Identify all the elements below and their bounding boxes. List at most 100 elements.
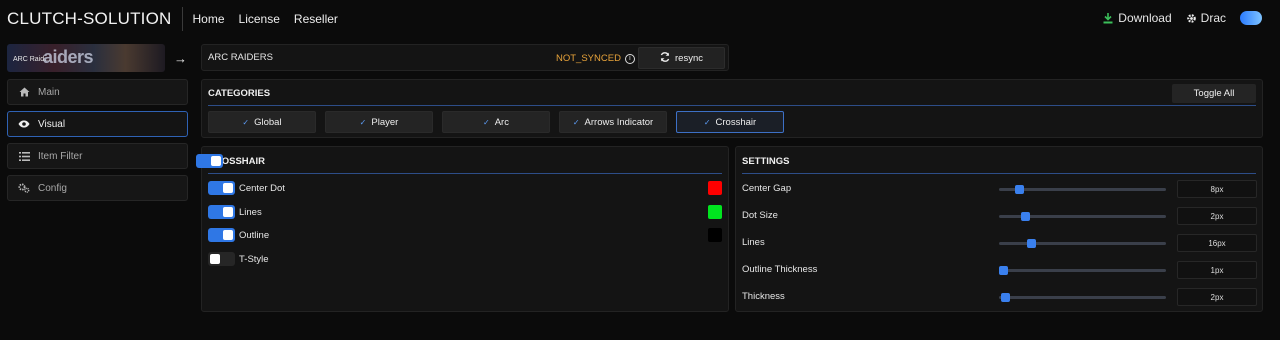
info-icon[interactable]: i [624,53,635,64]
option-t-style: T-Style [208,252,269,266]
brand-logo[interactable]: CLUTCH-SOLUTION [7,7,183,31]
avatar[interactable] [1240,11,1262,25]
toggle-knob [211,156,221,166]
categories-panel: CATEGORIES Toggle All ✓ Global ✓ Player ✓ A… [201,79,1263,138]
option-label: Center Dot [239,182,285,194]
home-icon [18,87,30,97]
check-icon: ✓ [483,117,490,127]
game-selector[interactable]: aiders ARC Raid... → [7,44,188,72]
category-arrows-indicator[interactable]: ✓ Arrows Indicator [559,111,667,133]
dot-size-slider[interactable] [999,212,1166,221]
lines-color-swatch[interactable] [708,205,722,219]
t-style-toggle[interactable] [208,252,235,266]
slider-thumb[interactable] [1001,293,1010,302]
option-center-dot: Center Dot [208,181,285,195]
game-title: ARC RAIDERS [208,52,273,63]
game-banner[interactable]: aiders ARC Raid... [7,44,165,72]
list-icon [18,151,30,161]
option-label: Lines [239,206,262,218]
top-right-actions: Download Drac [1103,11,1262,25]
nav-home[interactable]: Home [193,12,225,26]
slider-thumb[interactable] [1021,212,1030,221]
eye-icon [18,120,30,128]
gears-icon [18,183,30,193]
main-nav: Home License Reseller [193,12,338,26]
sidebar-item-visual[interactable]: Visual [7,111,188,137]
category-label: Arc [494,116,509,128]
toggle-knob [210,254,220,264]
divider [742,173,1256,174]
sync-status: NOT_SYNCED i [556,53,635,64]
game-banner-text: ARC Raid... [13,56,50,63]
setting-thickness: Thickness 2px [742,288,1257,306]
setting-dot-size: Dot Size 2px [742,207,1257,225]
thickness-value[interactable]: 2px [1177,288,1257,306]
settings-title: SETTINGS [742,156,790,167]
option-lines: Lines [208,205,262,219]
resync-label: resync [675,52,703,64]
sync-status-text: NOT_SYNCED [556,53,621,64]
category-label: Player [371,116,399,128]
category-global[interactable]: ✓ Global [208,111,316,133]
center-dot-color-swatch[interactable] [708,181,722,195]
option-label: Outline [239,229,270,241]
setting-label: Center Gap [742,183,792,194]
setting-label: Outline Thickness [742,264,818,275]
toggle-knob [223,230,233,240]
outline-thickness-slider[interactable] [999,266,1166,275]
sidebar-item-label: Config [38,182,67,194]
sidebar-item-item-filter[interactable]: Item Filter [7,143,188,169]
nav-reseller[interactable]: Reseller [294,12,338,26]
dot-size-value[interactable]: 2px [1177,207,1257,225]
sidebar-item-main[interactable]: Main [7,79,188,105]
toggle-knob [223,183,233,193]
check-icon: ✓ [359,117,367,127]
sidebar-item-config[interactable]: Config [7,175,188,201]
lines-slider[interactable] [999,239,1166,248]
toggle-all-button[interactable]: Toggle All [1172,84,1256,103]
nav-license[interactable]: License [239,12,280,26]
category-player[interactable]: ✓ Player [325,111,433,133]
download-link[interactable]: Download [1103,11,1172,25]
arrow-right-icon[interactable]: → [174,51,187,66]
outline-toggle[interactable] [208,228,235,242]
category-tabs: ✓ Global ✓ Player ✓ Arc ✓ Arrows Indicator ✓… [208,111,784,133]
category-arc[interactable]: ✓ Arc [442,111,550,133]
category-label: Arrows Indicator [584,116,654,128]
center-gap-value[interactable]: 8px [1177,180,1257,198]
settings-panel: SETTINGS Center Gap 8px Dot Size 2px Lin… [735,146,1263,312]
crosshair-panel: CROSSHAIR Center Dot Lines Outline T-Sty… [196,146,729,312]
option-label: T-Style [239,253,269,265]
slider-thumb[interactable] [999,266,1008,275]
lines-toggle[interactable] [208,205,235,219]
sidebar-item-label: Main [38,86,60,98]
sidebar-item-label: Visual [38,118,66,130]
sidebar-item-label: Item Filter [38,150,83,162]
check-icon: ✓ [572,117,580,127]
center-dot-toggle[interactable] [208,181,235,195]
slider-thumb[interactable] [1015,185,1024,194]
download-icon [1103,12,1113,24]
crosshair-enable-toggle[interactable] [196,154,223,168]
lines-value[interactable]: 16px [1177,234,1257,252]
user-menu[interactable]: Drac [1186,11,1226,25]
toggle-knob [223,207,233,217]
top-bar: CLUTCH-SOLUTION Home License Reseller Do… [0,0,1280,38]
sidebar: aiders ARC Raid... → Main Visual Item Fi… [7,44,188,201]
setting-center-gap: Center Gap 8px [742,180,1257,198]
setting-label: Lines [742,237,765,248]
divider [208,173,722,174]
download-label: Download [1118,11,1172,25]
divider [208,105,1256,106]
slider-thumb[interactable] [1027,239,1036,248]
gear-icon [1186,13,1197,24]
user-name: Drac [1200,11,1226,25]
category-crosshair[interactable]: ✓ Crosshair [676,111,784,133]
center-gap-slider[interactable] [999,185,1166,194]
outline-thickness-value[interactable]: 1px [1177,261,1257,279]
setting-lines: Lines 16px [742,234,1257,252]
thickness-slider[interactable] [999,293,1166,302]
categories-title: CATEGORIES [208,88,271,99]
outline-color-swatch[interactable] [708,228,722,242]
resync-button[interactable]: resync [638,47,725,69]
